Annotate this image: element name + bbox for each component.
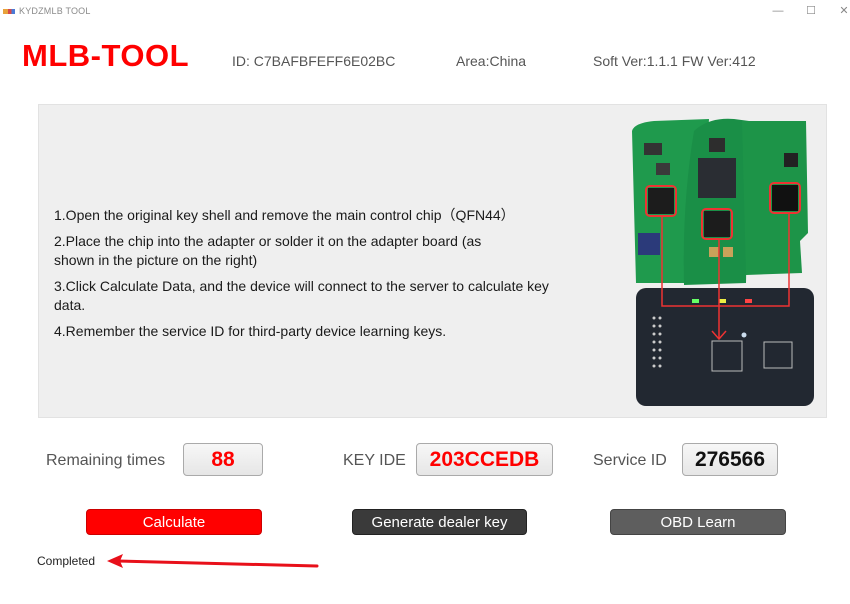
generate-dealer-key-button[interactable]: Generate dealer key (352, 509, 527, 535)
chip-small (644, 143, 662, 155)
chip-right-qfn (772, 185, 798, 211)
window-title: KYDZMLB TOOL (19, 6, 91, 16)
remaining-times-value: 88 (183, 443, 263, 476)
key-ide-value: 203CCEDB (416, 443, 553, 476)
remaining-times-label: Remaining times (46, 452, 166, 469)
key-pcb-adapter-image (632, 118, 814, 406)
title-bar: KYDZMLB TOOL — ☐ ✕ (0, 0, 850, 24)
step-4: 4.Remember the service ID for third-part… (54, 323, 447, 339)
step-1: 1.Open the original key shell and remove… (54, 207, 515, 223)
instructions-panel: 1.Open the original key shell and remove… (38, 104, 827, 418)
step-3: 3.Click Calculate Data, and the device w… (54, 278, 549, 313)
chip-small (709, 138, 725, 152)
calculate-button[interactable]: Calculate (86, 509, 262, 535)
pad (709, 247, 719, 257)
instruction-steps: 1.Open the original key shell and remove… (54, 206, 574, 348)
obd-learn-button[interactable]: OBD Learn (610, 509, 786, 535)
maximize-button[interactable]: ☐ (801, 3, 821, 19)
status-text: Completed (37, 554, 96, 568)
battery-clip (638, 233, 660, 255)
area-label: Area:China (456, 53, 527, 69)
step-2: 2.Place the chip into the adapter or sol… (54, 233, 482, 268)
close-button[interactable]: ✕ (834, 3, 850, 19)
pad (723, 247, 733, 257)
device-id: ID: C7BAFBFEFF6E02BC (232, 53, 396, 69)
power-led (741, 332, 747, 338)
chip-big-black (698, 158, 736, 198)
app-icon (3, 9, 15, 14)
version-label: Soft Ver:1.1.1 FW Ver:412 (593, 53, 756, 69)
led-yellow (719, 299, 726, 303)
key-ide-label: KEY IDE (343, 452, 406, 469)
chip-small (656, 163, 670, 175)
chip-left-qfn (648, 188, 674, 214)
service-id-label: Service ID (593, 452, 667, 469)
minimize-button[interactable]: — (768, 3, 788, 19)
app-logo: MLB-TOOL (22, 38, 190, 73)
led-red (745, 299, 752, 303)
service-id-value: 276566 (682, 443, 778, 476)
chip-mid-qfn (704, 211, 730, 237)
led-green (692, 299, 699, 303)
chip-small (784, 153, 798, 167)
annotation-arrow-icon (107, 554, 319, 568)
